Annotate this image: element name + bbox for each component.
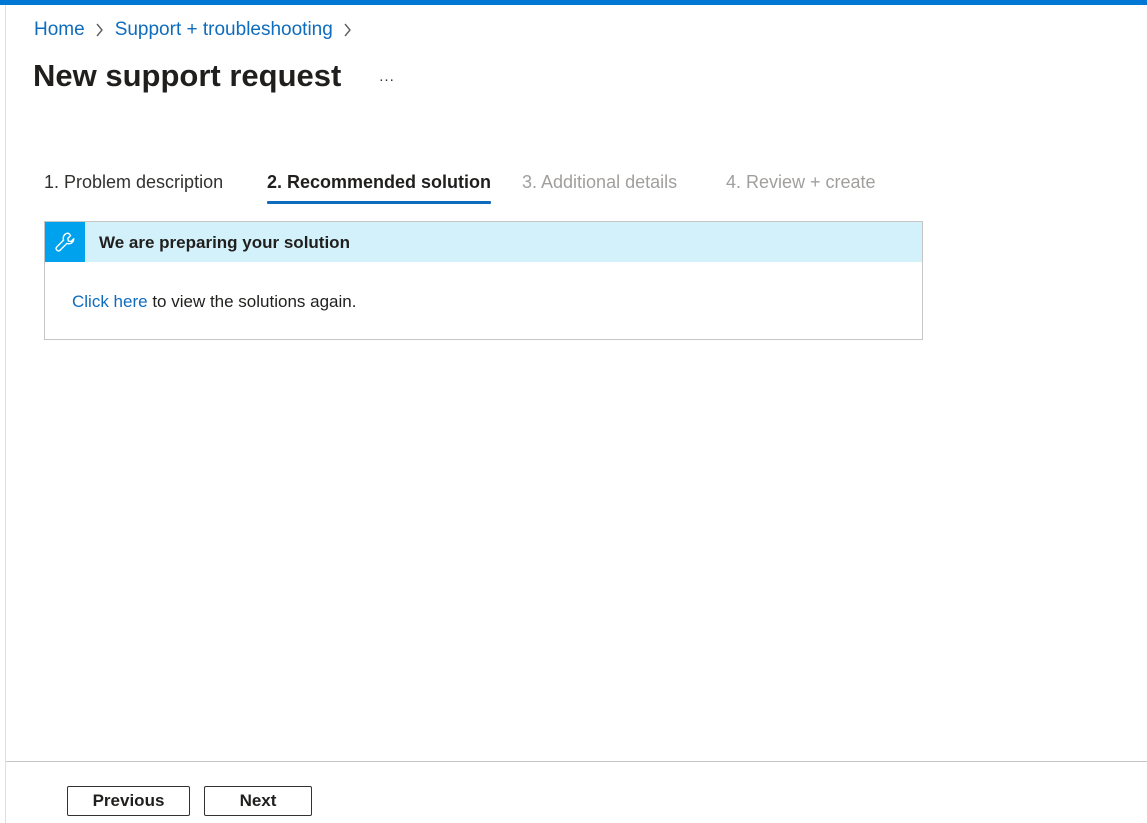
- tab-label: 3. Additional details: [522, 172, 678, 192]
- tab-label: 4. Review + create: [726, 172, 876, 192]
- info-card-title: We are preparing your solution: [99, 233, 350, 252]
- active-tab-indicator: [267, 201, 492, 204]
- next-button[interactable]: Next: [204, 786, 312, 816]
- solution-info-card: We are preparing your solution Click her…: [44, 221, 923, 340]
- info-card-body-text: to view the solutions again.: [147, 292, 357, 311]
- chevron-right-icon: [333, 18, 363, 42]
- page-title: New support request: [33, 58, 342, 93]
- tab-label: 1. Problem description: [44, 172, 224, 192]
- breadcrumb-support-link[interactable]: Support + troubleshooting: [115, 18, 333, 42]
- info-card-body: Click here to view the solutions again.: [72, 291, 356, 313]
- tab-problem-description[interactable]: 1. Problem description: [44, 168, 223, 204]
- tab-recommended-solution[interactable]: 2. Recommended solution: [267, 168, 492, 204]
- chevron-right-icon: [85, 18, 115, 42]
- tab-review-create: 4. Review + create: [726, 168, 876, 204]
- footer-divider: [6, 761, 1147, 762]
- portal-top-bar: [0, 0, 1147, 5]
- more-actions-button[interactable]: ...: [372, 62, 402, 90]
- view-solutions-link[interactable]: Click here: [72, 292, 148, 311]
- tab-additional-details: 3. Additional details: [522, 168, 677, 204]
- wrench-icon: [45, 222, 85, 262]
- breadcrumb: Home Support + troubleshooting: [34, 18, 363, 42]
- left-divider: [5, 5, 6, 823]
- breadcrumb-home-link[interactable]: Home: [34, 18, 85, 42]
- info-card-header: We are preparing your solution: [45, 222, 922, 262]
- tab-label: 2. Recommended solution: [267, 172, 492, 192]
- previous-button[interactable]: Previous: [67, 786, 190, 816]
